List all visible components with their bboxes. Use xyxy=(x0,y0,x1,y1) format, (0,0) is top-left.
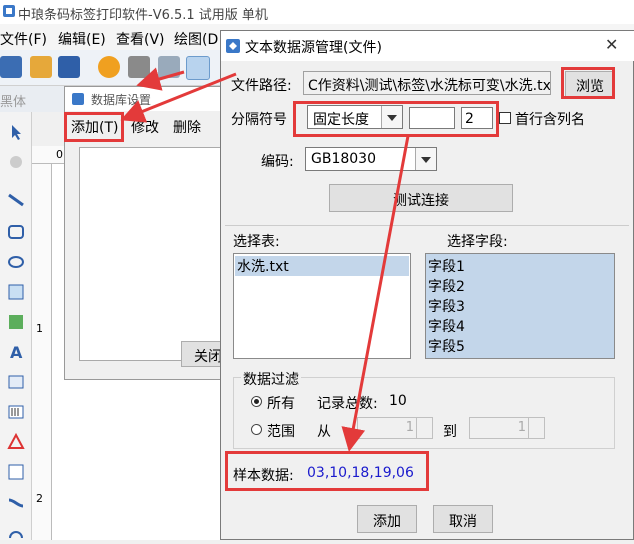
arrow-to-add-button xyxy=(120,72,237,123)
arrow-to-sample-data xyxy=(341,135,410,452)
arrow-to-database-dialog xyxy=(136,67,185,91)
annotation-arrows xyxy=(120,67,410,452)
